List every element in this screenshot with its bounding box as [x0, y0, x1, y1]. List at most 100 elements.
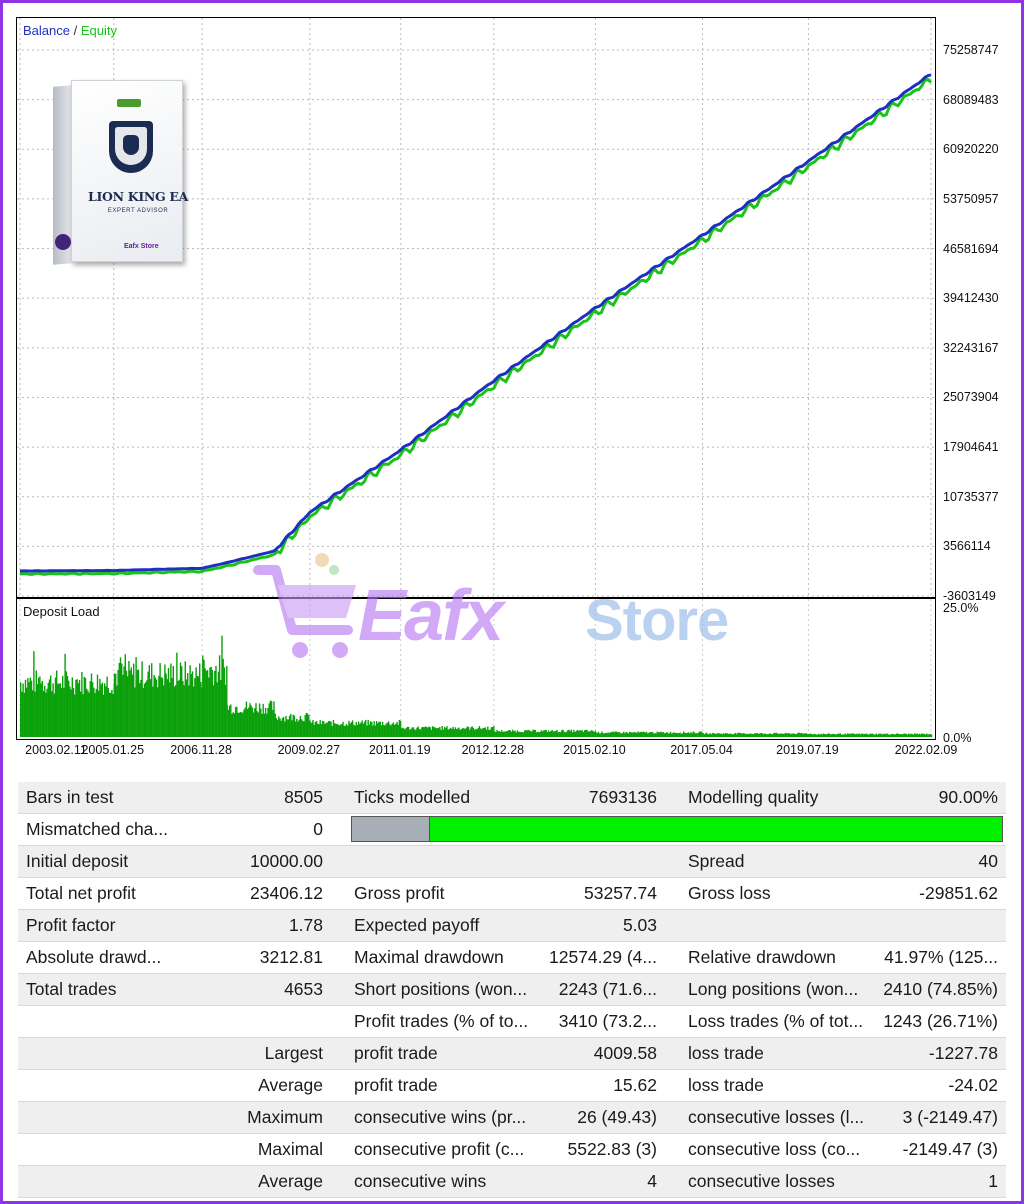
load-bar: [423, 727, 425, 737]
modelling-quality-label: Modelling quality: [688, 787, 819, 807]
load-bar: [258, 703, 261, 737]
stats-row: Average consecutive wins 4 consecutive l…: [18, 1166, 1006, 1198]
load-bar: [151, 663, 153, 737]
load-bar: [661, 732, 663, 737]
load-bar: [770, 734, 773, 737]
relative-drawdown-label: Relative drawdown: [688, 947, 836, 967]
load-bar: [342, 721, 344, 737]
load-bar: [822, 733, 825, 737]
load-bar: [488, 730, 490, 737]
load-bar: [680, 733, 682, 737]
chart-legend: Balance / Equity: [23, 23, 117, 38]
load-bar: [565, 731, 568, 737]
load-bar: [526, 730, 528, 737]
load-bar: [876, 734, 879, 737]
expected-payoff-label: Expected payoff: [354, 915, 480, 935]
load-bar: [223, 667, 226, 737]
expected-payoff-value: 5.03: [622, 915, 657, 935]
load-bar: [242, 712, 244, 737]
load-bar: [615, 731, 618, 737]
load-bar: [840, 734, 843, 737]
load-bar: [142, 688, 144, 737]
load-bar: [697, 733, 699, 737]
load-bar: [779, 733, 781, 737]
load-bar: [153, 675, 155, 737]
load-bar: [373, 721, 375, 737]
load-bar: [189, 665, 191, 737]
maximal-profit-label: consecutive profit (c...: [354, 1139, 525, 1159]
load-bar: [719, 733, 721, 737]
load-bar: [623, 731, 625, 737]
load-bar: [752, 734, 755, 737]
load-bar: [445, 728, 447, 737]
load-bar: [257, 712, 260, 737]
load-bar: [62, 675, 64, 737]
load-bar: [533, 729, 535, 737]
load-bar: [793, 733, 796, 737]
load-bar: [48, 679, 51, 737]
load-bar: [396, 722, 398, 737]
load-bar: [202, 655, 204, 737]
load-bar: [562, 729, 564, 737]
load-bar: [673, 732, 675, 737]
load-bar: [312, 720, 314, 737]
load-bar: [815, 734, 817, 737]
deposit-load-y-axis: 25.0% 0.0%: [937, 598, 1023, 745]
load-bar: [720, 733, 722, 737]
load-bar: [164, 664, 166, 737]
stats-row: Mismatched cha... 0: [18, 814, 1006, 846]
load-bar: [94, 693, 96, 737]
load-bar: [724, 733, 726, 737]
load-bar: [920, 734, 922, 737]
load-bar: [318, 724, 320, 737]
load-bar: [507, 730, 509, 737]
deposit-load-legend: Deposit Load: [23, 604, 100, 619]
load-bar: [738, 732, 740, 737]
load-bar: [693, 732, 696, 737]
load-bar: [52, 683, 54, 737]
load-bar: [760, 733, 762, 737]
load-bar: [790, 734, 792, 737]
load-bar: [112, 694, 114, 737]
load-bar: [546, 732, 549, 737]
maximal-drawdown-value: 12574.29 (4...: [549, 947, 657, 967]
load-bar: [914, 733, 916, 737]
load-bar: [879, 733, 881, 737]
load-bar: [716, 733, 719, 737]
load-bar: [721, 734, 724, 737]
load-bar: [812, 734, 814, 737]
average-consecutive-label: Average: [258, 1171, 323, 1191]
load-bar: [490, 727, 493, 737]
load-bar: [586, 729, 588, 737]
load-bar: [776, 733, 779, 737]
load-bar: [374, 725, 377, 737]
load-bar: [502, 732, 504, 737]
load-bar: [744, 734, 746, 737]
x-tick-label: 2011.01.19: [368, 743, 431, 757]
load-bar: [880, 733, 882, 737]
load-bar: [197, 676, 200, 737]
load-bar: [774, 733, 776, 737]
load-bar: [166, 679, 168, 737]
load-bar: [659, 732, 661, 737]
load-bar: [786, 733, 788, 737]
maximum-loss-value: 3 (-2149.47): [902, 1107, 998, 1127]
load-bar: [216, 682, 218, 737]
load-bar: [389, 724, 391, 737]
load-bar: [534, 730, 537, 737]
load-bar: [706, 732, 708, 737]
stats-row: Maximal consecutive profit (c... 5522.83…: [18, 1134, 1006, 1166]
load-bar: [726, 733, 728, 737]
load-bar: [516, 730, 519, 737]
product-title: LION KING EA: [87, 189, 189, 204]
load-bar: [602, 733, 604, 737]
load-bar: [331, 726, 333, 737]
load-bar: [327, 721, 330, 737]
load-bar: [436, 728, 439, 737]
load-bar: [874, 734, 876, 737]
load-bar: [654, 733, 656, 737]
load-bar: [511, 729, 514, 737]
x-tick-label: 2006.11.28: [170, 743, 232, 757]
load-bar: [446, 726, 448, 737]
load-bar: [854, 734, 856, 737]
